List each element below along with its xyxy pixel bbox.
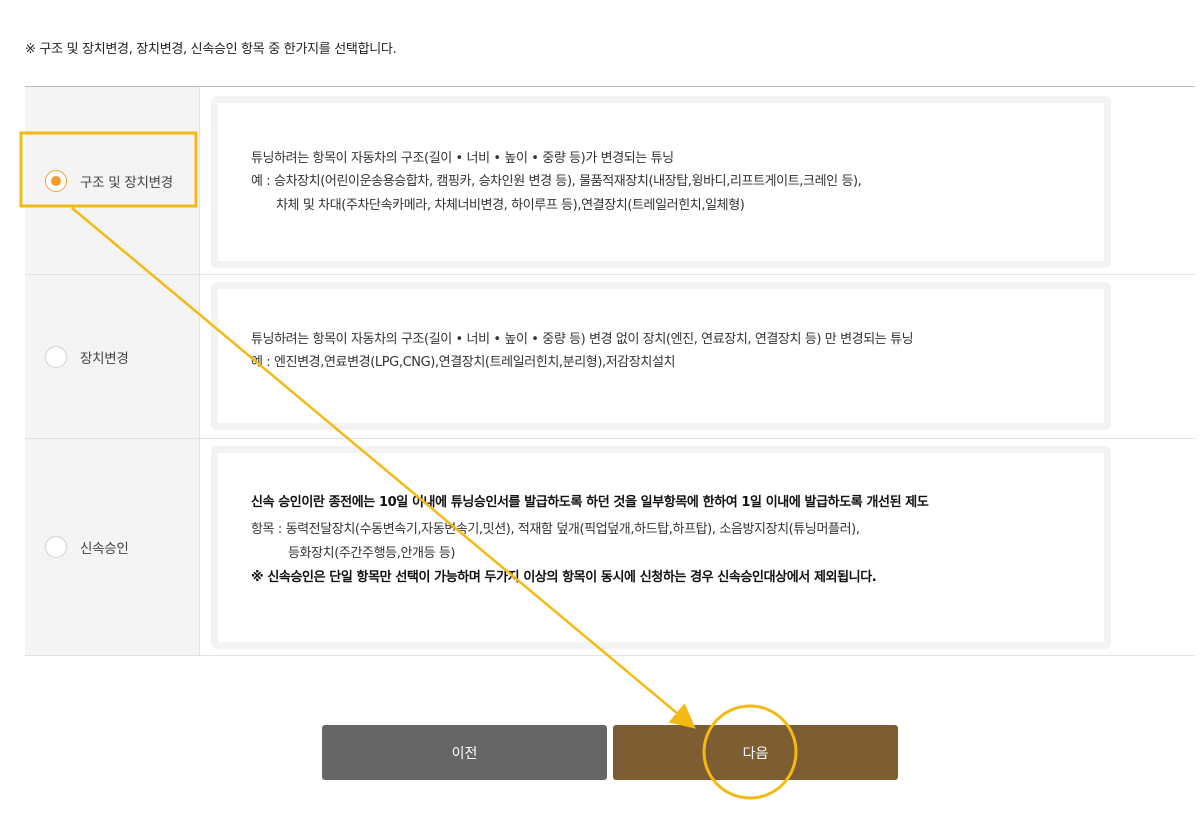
option-label-fast-approval[interactable]: 신속승인: [80, 537, 129, 557]
option-label-device[interactable]: 장치변경: [80, 347, 129, 367]
option-fast-approval-selector[interactable]: 신속승인: [25, 439, 200, 655]
example-text-continued: 차체 및 차대(주차단속카메라, 차체너비변경, 하이루프 등),연결장치(트레…: [276, 198, 745, 213]
items-text-continued: 등화장치(주간주행등,안개등 등): [288, 546, 456, 561]
items-text: 항목 : 동력전달장치(수동변속기,자동변속기,밋션), 적재함 덮개(픽업덮개…: [251, 522, 860, 537]
radio-structure[interactable]: [45, 169, 67, 192]
example-text: 예 : 엔진변경,연료변경(LPG,CNG),연결장치(트레일러힌치,분리형),…: [251, 355, 676, 370]
example-text: 예 : 승차장치(어린이운송용승합차, 캠핑카, 승차인원 변경 등), 물품적…: [251, 174, 862, 189]
description-text: 튜닝하려는 항목이 자동차의 구조(길이 • 너비 • 높이 • 중량 등)가 …: [251, 151, 674, 166]
description-box-structure: 튜닝하려는 항목이 자동차의 구조(길이 • 너비 • 높이 • 중량 등)가 …: [211, 96, 1111, 268]
radio-device[interactable]: [45, 345, 67, 368]
radio-fast-approval[interactable]: [45, 536, 67, 558]
description-text: 튜닝하려는 항목이 자동차의 구조(길이 • 너비 • 높이 • 중량 등) 변…: [251, 332, 914, 347]
prev-button[interactable]: 이전: [322, 725, 607, 780]
tuning-type-table: 구조 및 장치변경 튜닝하려는 항목이 자동차의 구조(길이 • 너비 • 높이…: [25, 86, 1195, 656]
instruction-notice: ※ 구조 및 장치변경, 장치변경, 신속승인 항목 중 한가지를 선택합니다.: [25, 42, 397, 57]
description-text: 신속 승인이란 종전에는 10일 이내에 튜닝승인서를 발급하도록 하던 것을 …: [251, 495, 929, 510]
warning-text: ※ 신속승인은 단일 항목만 선택이 가능하며 두가지 이상의 항목이 동시에 …: [251, 570, 877, 585]
description-box-device: 튜닝하려는 항목이 자동차의 구조(길이 • 너비 • 높이 • 중량 등) 변…: [211, 282, 1111, 430]
next-button[interactable]: 다음: [613, 725, 898, 780]
option-row-structure: 구조 및 장치변경 튜닝하려는 항목이 자동차의 구조(길이 • 너비 • 높이…: [25, 87, 1195, 275]
option-structure-selector[interactable]: 구조 및 장치변경: [25, 87, 200, 274]
option-device-selector[interactable]: 장치변경: [25, 275, 200, 438]
option-row-fast-approval: 신속승인 신속 승인이란 종전에는 10일 이내에 튜닝승인서를 발급하도록 하…: [25, 439, 1195, 656]
description-box-fast-approval: 신속 승인이란 종전에는 10일 이내에 튜닝승인서를 발급하도록 하던 것을 …: [211, 446, 1111, 649]
option-row-device: 장치변경 튜닝하려는 항목이 자동차의 구조(길이 • 너비 • 높이 • 중량…: [25, 275, 1195, 439]
option-label-structure[interactable]: 구조 및 장치변경: [80, 171, 173, 191]
